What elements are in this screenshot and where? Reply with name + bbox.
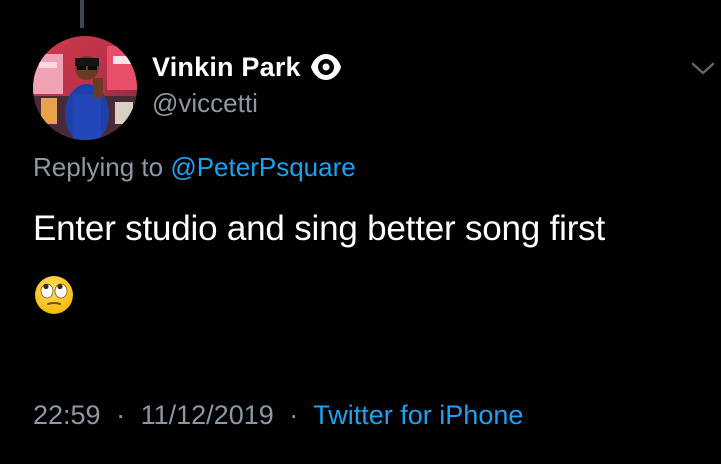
- replying-prefix: Replying to: [33, 152, 164, 182]
- author-row: Vinkin Park: [152, 50, 343, 84]
- replying-to-line: Replying to @PeterPsquare: [33, 152, 356, 183]
- tweet-date: 11/12/2019: [140, 400, 274, 430]
- chevron-down-icon[interactable]: [690, 60, 716, 78]
- replying-to-link[interactable]: @PeterPsquare: [170, 152, 355, 182]
- avatar-image: [33, 36, 137, 140]
- eye-icon: [309, 52, 343, 82]
- display-name[interactable]: Vinkin Park: [152, 52, 301, 83]
- face-with-rolling-eyes-icon: [34, 275, 74, 315]
- tweet-source-link[interactable]: Twitter for iPhone: [313, 400, 523, 430]
- avatar[interactable]: [33, 36, 137, 140]
- user-handle[interactable]: @viccetti: [152, 88, 258, 119]
- thread-connector-line: [80, 0, 84, 28]
- meta-separator: ·: [116, 400, 126, 430]
- tweet-time: 22:59: [33, 400, 101, 430]
- tweet-text: Enter studio and sing better song first: [33, 209, 605, 248]
- meta-separator: ·: [289, 400, 299, 430]
- tweet-meta: 22:59 · 11/12/2019 · Twitter for iPhone: [33, 400, 523, 431]
